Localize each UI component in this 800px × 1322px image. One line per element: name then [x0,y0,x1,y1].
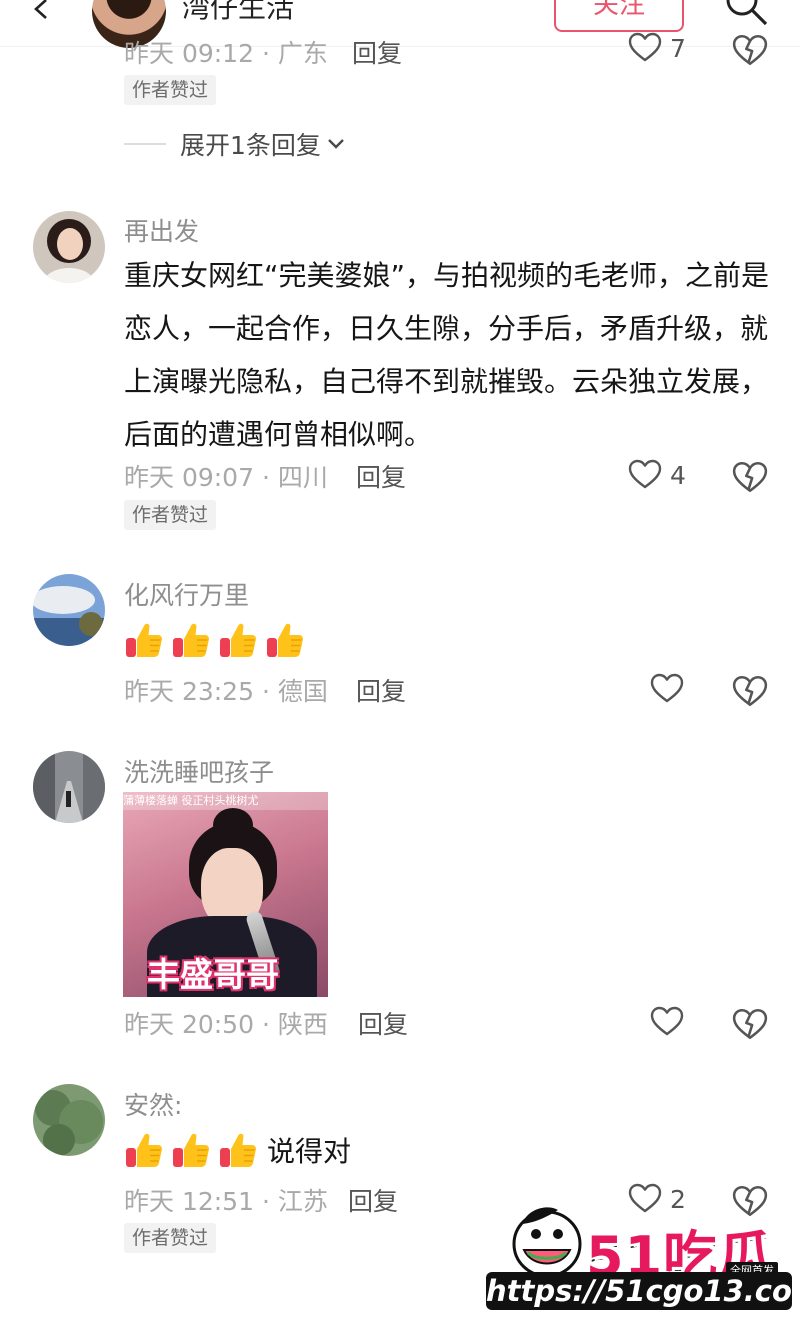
sticker-top-text: 蒲薄楼落蝉 役正村头桃树尤 [123,792,328,810]
broken-heart-icon[interactable] [732,673,768,709]
thumbs-up-icon [124,620,164,660]
heart-icon [628,459,662,489]
broken-heart-icon[interactable] [732,32,768,68]
like-button[interactable]: 4 [628,457,698,497]
avatar[interactable] [33,211,105,283]
sky-landscape-image [33,574,105,646]
like-button[interactable]: 7 [628,30,698,70]
watermark-url: https://51cgo13.com [486,1272,800,1310]
expand-replies-label: 展开1条回复 [180,131,321,160]
comment-text: 说得对 [267,1135,352,1168]
heart-icon [628,32,662,62]
like-button[interactable] [650,671,720,711]
thumbs-up-icon [171,1130,211,1170]
chevron-down-icon [328,139,344,149]
author-liked-badge: 作者赞过 [124,1223,217,1253]
cow-mascot-logo [512,1207,582,1278]
reply-button[interactable]: 回复 [356,672,406,708]
search-icon[interactable] [722,0,770,28]
comment-time: 昨天 09:07 · 四川 [124,463,328,492]
comment-text: 重庆女网红“完美婆娘”，与拍视频的毛老师，之前是恋人，一起合作，日久生隙，分手后… [124,259,770,451]
author-liked-badge: 作者赞过 [124,75,217,105]
broken-heart-icon[interactable] [732,1006,768,1042]
thumbs-up-icon [171,620,211,660]
street-photo-image [33,751,105,823]
reply-button[interactable]: 回复 [358,1005,408,1041]
avatar[interactable] [33,574,105,646]
comment-sticker-image[interactable]: 蒲薄楼落蝉 役正村头桃树尤 丰盛哥哥 [123,792,328,997]
sticker-caption: 丰盛哥哥 [147,955,279,994]
expand-replies-button[interactable]: 展开1条回复 [124,124,345,164]
thumbs-up-icon [218,1130,258,1170]
comment-time: 昨天 09:12 · 广东 [124,39,328,68]
comment-time: 昨天 20:50 · 陕西 [124,1010,328,1039]
comment-time: 昨天 12:51 · 江苏 [124,1187,328,1216]
back-arrow-icon[interactable] [30,0,52,20]
comment-username[interactable]: 安然: [124,1086,182,1122]
author-liked-badge: 作者赞过 [124,500,217,530]
avatar[interactable] [33,751,105,823]
reply-button[interactable]: 回复 [356,458,406,494]
author-name[interactable]: 湾仔生活 [182,0,294,26]
comment-time: 昨天 23:25 · 德国 [124,677,328,706]
comment-username[interactable]: 再出发 [124,212,199,248]
broken-heart-icon[interactable] [732,459,768,495]
thumbs-up-icon [218,620,258,660]
like-button[interactable] [650,1004,720,1044]
trees-image [33,1084,105,1156]
avatar[interactable] [33,1084,105,1156]
like-count: 7 [670,34,686,63]
site-watermark: 51吃瓜 全网首发 https://51cgo13.com [486,1196,800,1312]
like-count: 4 [670,461,686,490]
thumbs-up-icon [265,620,305,660]
thumbs-up-icon [124,1130,164,1170]
heart-icon [650,673,684,703]
divider-line [124,143,166,145]
comment-emoji-row: 说得对 [124,1128,351,1172]
comment-username[interactable]: 化风行万里 [124,576,249,612]
comment-emoji-row [124,618,305,662]
follow-button[interactable]: 关注 [554,0,684,32]
heart-icon [650,1006,684,1036]
comment-username[interactable]: 洗洗睡吧孩子 [124,753,274,789]
woman-portrait-image [33,211,105,283]
reply-button[interactable]: 回复 [348,1182,398,1218]
reply-button[interactable]: 回复 [352,34,402,70]
